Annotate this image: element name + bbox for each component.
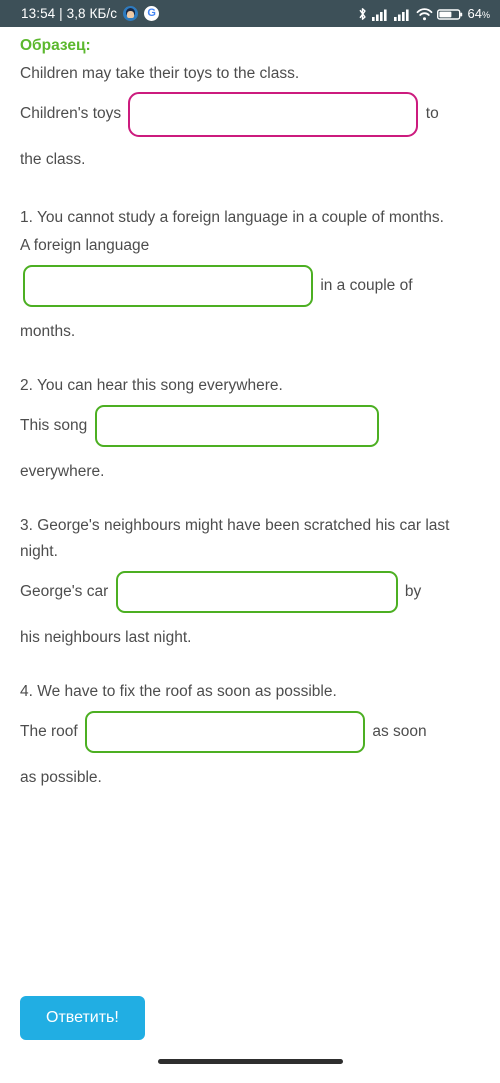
question-block-1: 1. You cannot study a foreign language i… <box>20 205 480 353</box>
submit-area: Ответить! <box>0 982 500 1040</box>
google-icon: G <box>144 6 160 21</box>
answer-before-4: The roof <box>20 723 78 741</box>
submit-button[interactable]: Ответить! <box>20 996 145 1040</box>
answer-tail-4: as possible. <box>20 769 102 787</box>
signal-bars-icon <box>371 9 387 21</box>
answer-blank-input-1[interactable] <box>23 265 313 308</box>
answer-after-1: in a couple of <box>320 277 413 295</box>
home-indicator[interactable] <box>157 1059 343 1064</box>
answer-before-1: A foreign language <box>20 237 150 255</box>
answer-before-3: George's car <box>20 583 109 601</box>
answer-after-4: as soon <box>372 723 427 741</box>
avatar-icon <box>123 6 139 21</box>
question-prompt-2: 2. You can hear this song everywhere. <box>20 377 283 395</box>
question-prompt-3: 3. George's neighbours might have been s… <box>20 517 450 561</box>
status-clock: 13:54 | 3,8 КБ/с <box>21 6 118 21</box>
sample-prompt: Children may take their toys to the clas… <box>20 65 300 82</box>
sample-tail-text: the class. <box>20 151 86 169</box>
answer-after-3: by <box>404 583 422 601</box>
question-block-3: 3. George's neighbours might have been s… <box>20 513 480 659</box>
answer-before-2: This song <box>20 417 88 435</box>
status-bar: 13:54 | 3,8 КБ/с G 64% <box>0 0 500 27</box>
sample-block: Образец: Children may take their toys to… <box>20 33 480 181</box>
wifi-icon <box>416 7 432 20</box>
phone-screen: 13:54 | 3,8 КБ/с G 64% Образец: Children… <box>0 0 500 1083</box>
question-block-4: 4. We have to fix the roof as soon as po… <box>20 679 480 799</box>
answer-blank-input-4[interactable] <box>85 711 366 754</box>
battery-percent: 64% <box>467 6 490 21</box>
answer-line-3: George's car by <box>20 567 480 617</box>
answer-tail-1: months. <box>20 323 76 341</box>
exercise-content: Образец: Children may take their toys to… <box>0 27 500 982</box>
question-prompt-1: 1. You cannot study a foreign language i… <box>20 209 444 227</box>
sample-blank-input[interactable] <box>128 91 419 137</box>
answer-blank-input-2[interactable] <box>94 405 379 448</box>
battery-icon <box>436 8 462 20</box>
answer-line-4: The roof as soon <box>20 707 480 757</box>
answer-tail-2: everywhere. <box>20 463 105 481</box>
sample-before-text: Children's toys <box>20 105 122 122</box>
question-prompt-4: 4. We have to fix the roof as soon as po… <box>20 683 337 701</box>
sample-answer-line: Children's toys to <box>20 89 480 139</box>
question-block-2: 2. You can hear this song everywhere. Th… <box>20 373 480 493</box>
answer-line-1: in a couple of <box>20 261 480 311</box>
navigation-bar <box>0 1040 500 1083</box>
status-bar-right: 64% <box>357 6 490 22</box>
sample-after-text: to <box>425 105 439 122</box>
answer-blank-input-3[interactable] <box>115 571 398 614</box>
signal-bars-2-icon <box>393 9 409 21</box>
sample-label: Образец: <box>20 37 91 54</box>
answer-line-2: This song <box>20 401 480 451</box>
bluetooth-icon <box>358 7 366 20</box>
status-bar-left: 13:54 | 3,8 КБ/с G <box>21 6 160 21</box>
answer-tail-3: his neighbours last night. <box>20 629 192 647</box>
